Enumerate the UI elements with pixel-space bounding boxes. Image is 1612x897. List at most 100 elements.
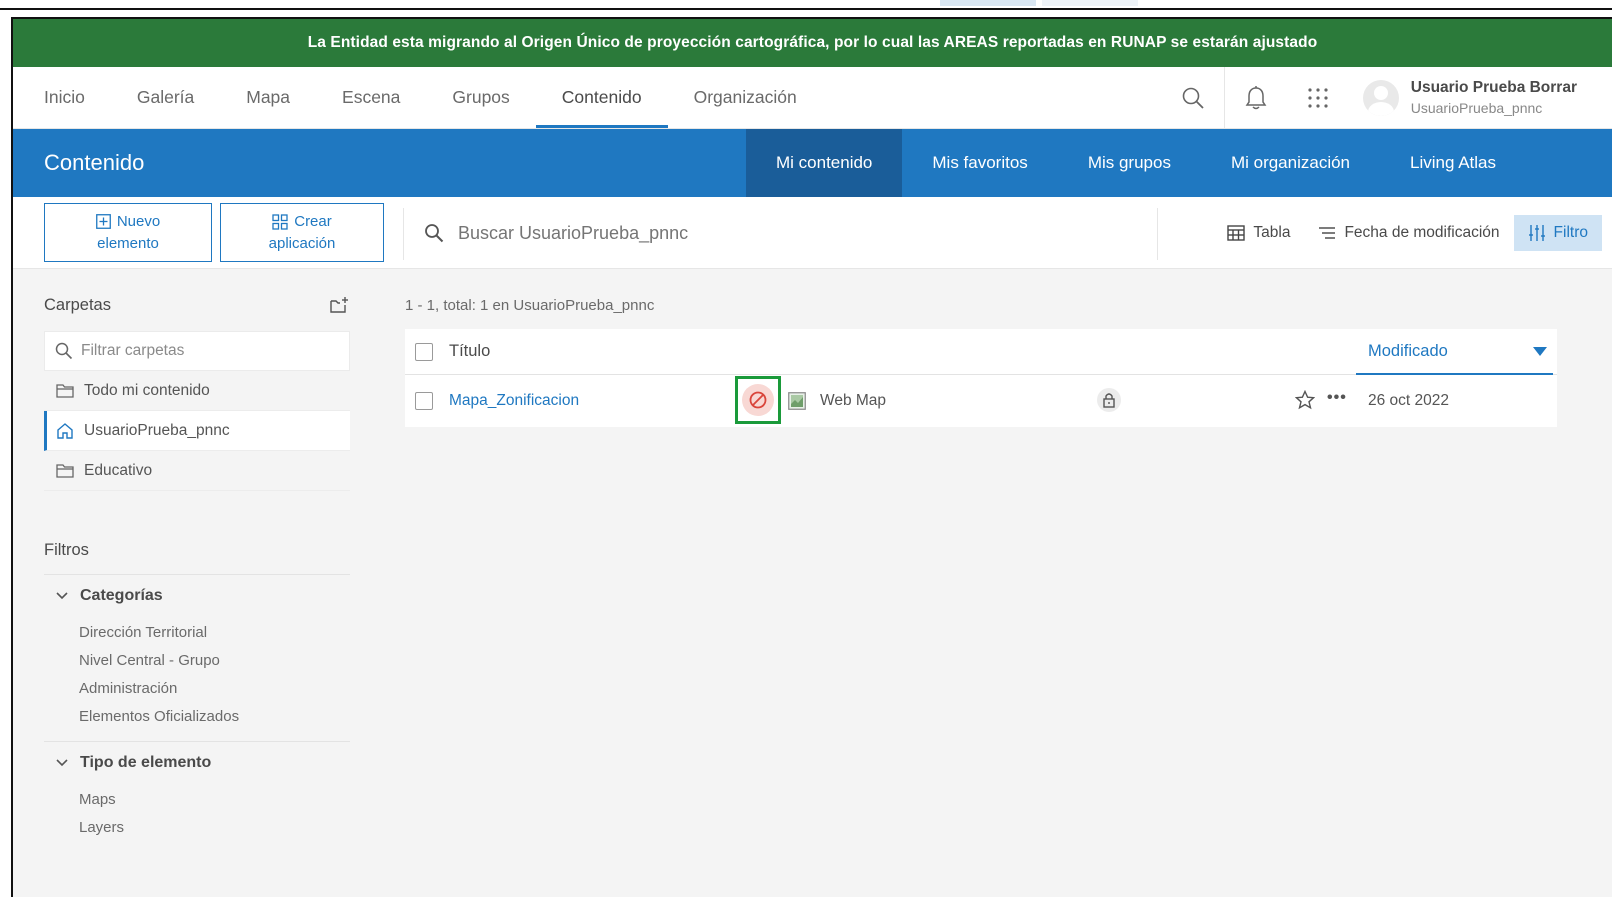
column-modified-label: Modificado bbox=[1368, 341, 1448, 360]
folders-header: Carpetas bbox=[44, 289, 350, 321]
filters-title: Filtros bbox=[44, 541, 350, 575]
item-type-title: Tipo de elemento bbox=[80, 754, 212, 771]
highlight-box bbox=[735, 376, 781, 424]
nav-right-group: Usuario Prueba Borrar UsuarioPrueba_pnnc bbox=[1162, 66, 1612, 129]
folders-title: Carpetas bbox=[44, 295, 111, 314]
create-app-button[interactable]: Crear aplicación bbox=[220, 203, 384, 262]
item-type-option[interactable]: Layers bbox=[79, 814, 350, 842]
announcement-banner: La Entidad esta migrando al Origen Único… bbox=[13, 19, 1612, 67]
banner-text: La Entidad esta migrando al Origen Único… bbox=[307, 34, 1318, 51]
nav-escena[interactable]: Escena bbox=[316, 67, 426, 128]
view-controls: Tabla Fecha de modificación Filtro bbox=[1213, 197, 1602, 269]
results-panel: 1 - 1, total: 1 en UsuarioPrueba_pnnc Tí… bbox=[405, 289, 1557, 427]
partial-button bbox=[940, 0, 1036, 6]
page-title: Contenido bbox=[44, 150, 145, 175]
chevron-down-icon bbox=[56, 592, 68, 600]
add-folder-icon[interactable] bbox=[330, 296, 350, 314]
search-icon bbox=[55, 342, 73, 360]
sort-label: Fecha de modificación bbox=[1344, 224, 1500, 241]
tab-mi-organizacion[interactable]: Mi organización bbox=[1201, 129, 1380, 197]
category-item[interactable]: Administración bbox=[79, 675, 350, 703]
plus-box-icon bbox=[95, 214, 111, 229]
category-item[interactable]: Dirección Territorial bbox=[79, 619, 350, 647]
nav-organizacion[interactable]: Organización bbox=[668, 67, 823, 128]
top-navigation: Inicio Galería Mapa Escena Grupos Conten… bbox=[13, 66, 1612, 129]
folder-icon bbox=[56, 463, 74, 478]
table-icon bbox=[1227, 225, 1246, 241]
nav-mapa[interactable]: Mapa bbox=[220, 67, 316, 128]
lock-icon bbox=[1097, 388, 1121, 412]
folder-label: Todo mi contenido bbox=[84, 381, 210, 399]
tab-mis-favoritos[interactable]: Mis favoritos bbox=[902, 129, 1057, 197]
column-title: Título bbox=[449, 342, 491, 360]
folder-filter[interactable]: Filtrar carpetas bbox=[44, 331, 350, 371]
folder-label: UsuarioPrueba_pnnc bbox=[84, 421, 230, 439]
nav-grupos[interactable]: Grupos bbox=[426, 67, 535, 128]
item-modified-date: 26 oct 2022 bbox=[1368, 392, 1450, 409]
item-type-toggle[interactable]: Tipo de elemento bbox=[56, 754, 350, 772]
tab-mi-contenido[interactable]: Mi contenido bbox=[746, 129, 903, 197]
top-strip bbox=[0, 0, 1612, 10]
filter-button[interactable]: Filtro bbox=[1513, 215, 1602, 251]
table-header: Título Modificado bbox=[405, 329, 1557, 375]
create-app-label-1: Crear bbox=[294, 212, 332, 230]
user-name: Usuario Prueba Borrar bbox=[1410, 79, 1577, 96]
app-frame: La Entidad esta migrando al Origen Único… bbox=[11, 17, 1612, 897]
content-toolbar: Nuevo elemento Crear aplicación Tabla Fe… bbox=[13, 197, 1612, 269]
categories-toggle[interactable]: Categorías bbox=[56, 587, 350, 605]
avatar bbox=[1362, 79, 1399, 116]
folder-icon bbox=[56, 383, 74, 398]
results-count: 1 - 1, total: 1 en UsuarioPrueba_pnnc bbox=[405, 296, 655, 314]
user-login: UsuarioPrueba_pnnc bbox=[1410, 100, 1543, 116]
select-all-checkbox[interactable] bbox=[415, 342, 433, 361]
bell-icon[interactable] bbox=[1225, 67, 1287, 128]
category-item[interactable]: Nivel Central - Grupo bbox=[79, 647, 350, 675]
nav-inicio[interactable]: Inicio bbox=[13, 67, 111, 128]
prohibited-icon bbox=[749, 391, 767, 409]
folder-home[interactable]: UsuarioPrueba_pnnc bbox=[44, 411, 350, 451]
user-menu[interactable]: Usuario Prueba Borrar UsuarioPrueba_pnnc bbox=[1349, 67, 1612, 128]
category-item[interactable]: Elementos Oficializados bbox=[79, 703, 350, 731]
new-item-label-1: Nuevo bbox=[116, 212, 161, 230]
web-map-icon bbox=[788, 392, 806, 410]
tab-living-atlas[interactable]: Living Atlas bbox=[1380, 129, 1526, 197]
filter-label: Filtro bbox=[1553, 224, 1588, 241]
delete-protection-button[interactable] bbox=[742, 384, 774, 416]
caret-down-icon bbox=[1533, 346, 1547, 356]
chevron-down-icon bbox=[56, 759, 68, 767]
folder-educativo[interactable]: Educativo bbox=[44, 451, 350, 491]
table-view-label: Tabla bbox=[1253, 224, 1291, 241]
new-item-label-2: elemento bbox=[97, 234, 159, 252]
sidebar: Carpetas Filtrar carpetas Todo mi conten… bbox=[44, 289, 350, 842]
more-options-icon[interactable]: ••• bbox=[1327, 389, 1347, 407]
nav-contenido[interactable]: Contenido bbox=[535, 67, 668, 128]
item-type-option[interactable]: Maps bbox=[79, 786, 350, 814]
toolbar-divider bbox=[403, 208, 404, 260]
create-app-label-2: aplicación bbox=[268, 234, 336, 252]
table-view-button[interactable]: Tabla bbox=[1213, 215, 1304, 251]
star-icon[interactable] bbox=[1295, 390, 1315, 410]
results-table: Título Modificado Mapa_Zonificacion Web … bbox=[405, 329, 1557, 427]
home-icon bbox=[57, 422, 73, 439]
row-checkbox[interactable] bbox=[415, 392, 433, 410]
toolbar-divider bbox=[1157, 208, 1158, 260]
sort-button[interactable]: Fecha de modificación bbox=[1304, 215, 1513, 251]
folder-todo[interactable]: Todo mi contenido bbox=[44, 371, 350, 411]
content-search bbox=[424, 197, 1058, 269]
sort-icon bbox=[1319, 227, 1336, 239]
search-input[interactable] bbox=[458, 222, 1058, 244]
item-title-link[interactable]: Mapa_Zonificacion bbox=[449, 392, 579, 410]
partial-button bbox=[1042, 0, 1138, 6]
nav-galeria[interactable]: Galería bbox=[111, 67, 220, 128]
search-icon[interactable] bbox=[1162, 67, 1224, 128]
divider bbox=[44, 741, 350, 742]
column-modified-sort[interactable]: Modificado bbox=[1356, 329, 1553, 375]
tab-mis-grupos[interactable]: Mis grupos bbox=[1058, 129, 1201, 197]
apps-grid-icon[interactable] bbox=[1287, 67, 1349, 128]
new-item-button[interactable]: Nuevo elemento bbox=[44, 203, 212, 262]
table-row: Mapa_Zonificacion Web Map ••• 26 oct 202… bbox=[405, 375, 1557, 427]
content-header: Contenido Mi contenido Mis favoritos Mis… bbox=[13, 129, 1612, 197]
folder-label: Educativo bbox=[84, 461, 153, 479]
item-type: Web Map bbox=[820, 392, 887, 409]
grid-app-icon bbox=[272, 213, 288, 230]
